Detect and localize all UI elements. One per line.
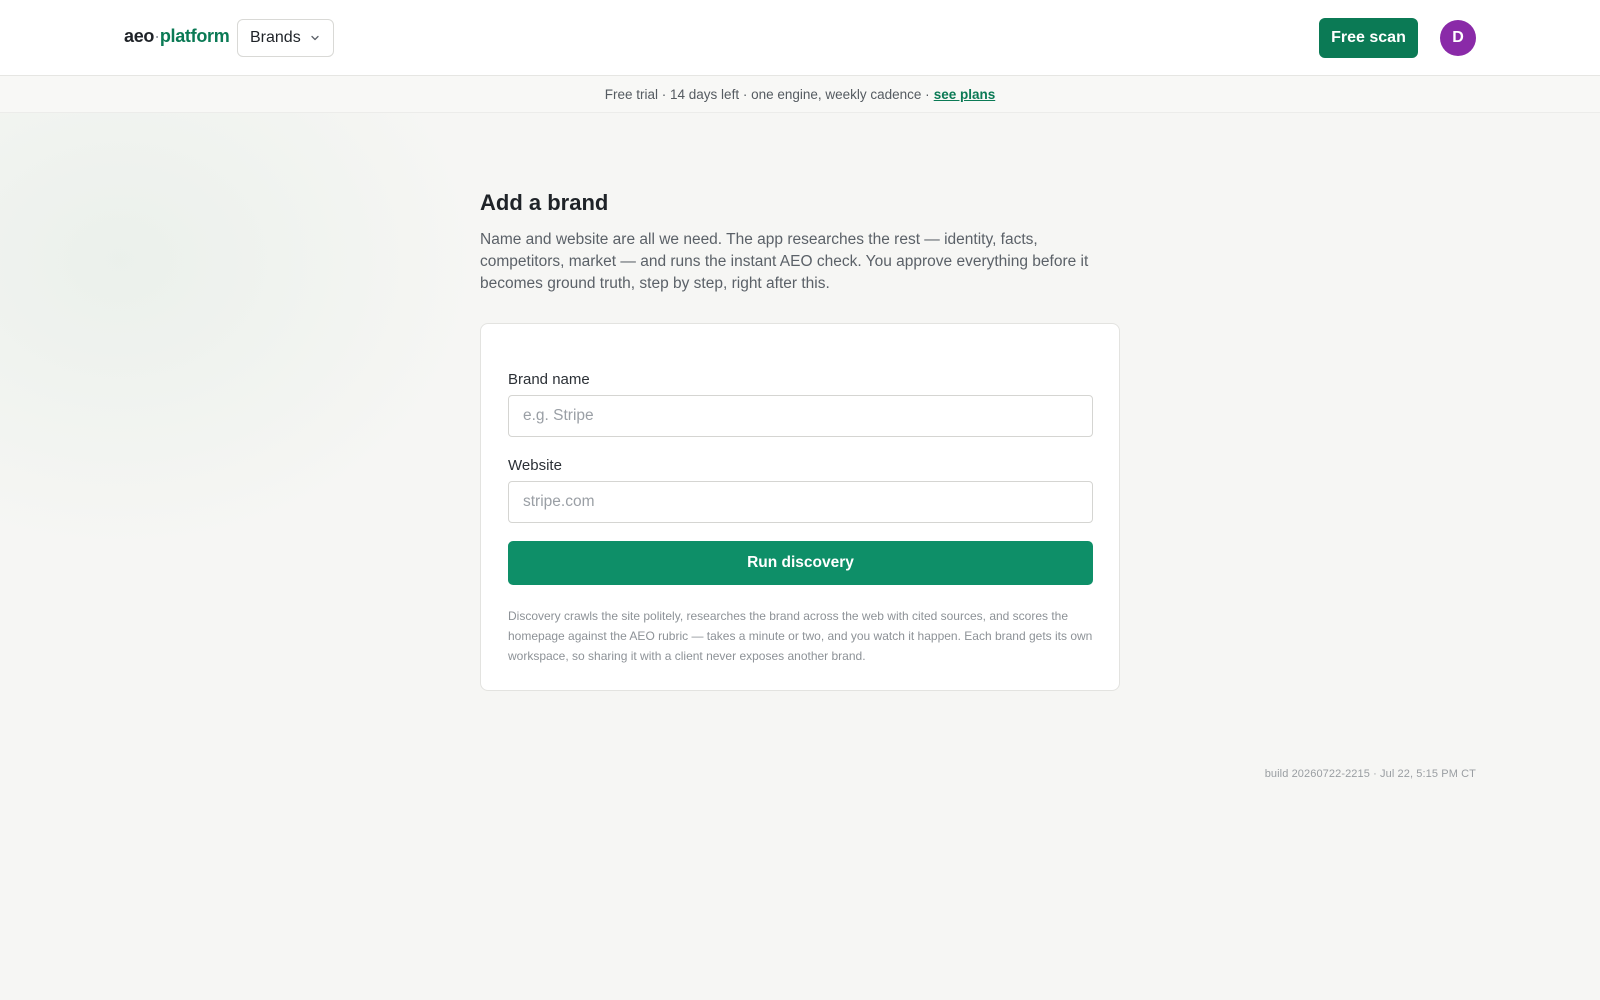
trial-banner: Free trial · 14 days left · one engine, … xyxy=(0,76,1600,113)
chevron-down-icon xyxy=(311,35,319,41)
brand-name-input[interactable] xyxy=(508,395,1093,437)
logo-text-part1: aeo xyxy=(124,26,155,46)
user-avatar[interactable]: D xyxy=(1440,20,1476,56)
add-brand-form-card: Brand name Website Run discovery Discove… xyxy=(480,323,1120,691)
free-scan-button[interactable]: Free scan xyxy=(1319,18,1418,58)
see-plans-link[interactable]: see plans xyxy=(934,87,996,102)
trial-banner-text: Free trial · 14 days left · one engine, … xyxy=(604,86,930,102)
brand-name-label: Brand name xyxy=(508,371,590,388)
page-intro: Name and website are all we need. The ap… xyxy=(480,231,1089,292)
logo-text-part2: platform xyxy=(159,26,230,46)
build-info: build 20260722-2215 · Jul 22, 5:15 PM CT xyxy=(1264,768,1476,780)
website-label: Website xyxy=(508,457,562,474)
page-title: Add a brand xyxy=(480,190,609,215)
website-input[interactable] xyxy=(508,481,1093,523)
run-discovery-button[interactable]: Run discovery xyxy=(508,541,1093,585)
top-bar: aeo·platform Brands Free scan D xyxy=(0,0,1600,76)
app-logo[interactable]: aeo·platform xyxy=(124,26,230,47)
brand-switcher-dropdown[interactable]: Brands xyxy=(237,19,334,57)
brand-switcher-label: Brands xyxy=(250,29,301,46)
discovery-help-text: Discovery crawls the site politely, rese… xyxy=(508,609,1093,663)
